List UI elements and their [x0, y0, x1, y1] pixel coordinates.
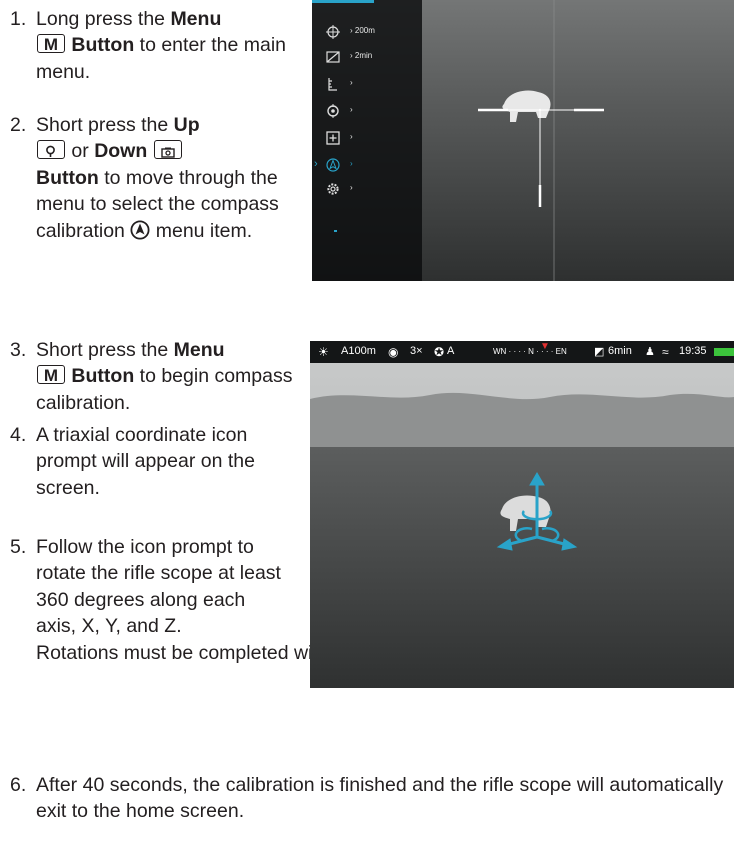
- zoom-key-icon: [37, 140, 65, 160]
- menu-item-add[interactable]: ›: [312, 127, 402, 151]
- range-value: A100m: [341, 345, 376, 357]
- standby-value: 2min: [354, 51, 373, 60]
- menu-screenshot: › 200m › 2min › › › › › ›: [312, 0, 734, 281]
- plus-box-icon: [326, 131, 340, 145]
- status-bar: ☀ A100m ◉ 3× ✪ A WN · · · · N · · · · EN…: [310, 341, 734, 363]
- down-label: Down: [94, 140, 148, 163]
- step-1: 1. Long press the Menu M Button to enter…: [10, 6, 295, 85]
- step-text: Follow the icon prompt to rotate the rif…: [36, 536, 281, 638]
- button-label: Button: [36, 166, 99, 189]
- wifi-icon: ≈: [662, 345, 669, 359]
- button-label: Button: [71, 34, 135, 57]
- standby-value: 6min: [608, 345, 632, 357]
- up-label: Up: [173, 114, 200, 136]
- crosshair-distance-icon: [326, 25, 340, 39]
- step-2: 2. Short press the Up or Down Button to …: [10, 112, 295, 244]
- menu-item-reticle[interactable]: ›: [312, 100, 402, 124]
- ruler-icon: [328, 78, 337, 91]
- battery-icon: [714, 348, 734, 356]
- calibration-screenshot: ☀ A100m ◉ 3× ✪ A WN · · · · N · · · · EN…: [310, 341, 734, 688]
- compass-marker-icon: ▼: [540, 341, 550, 352]
- menu-key-icon: M: [37, 34, 65, 54]
- clock-value: 19:35: [679, 345, 707, 357]
- compass-icon: [326, 158, 340, 172]
- mode-icon: ✪: [434, 345, 445, 359]
- step-text: or: [71, 140, 89, 163]
- step-number: 4.: [10, 424, 27, 446]
- step-text: Short press the: [36, 339, 169, 361]
- eye-icon: ◉: [388, 345, 399, 359]
- selection-marker: ›: [314, 158, 318, 170]
- menu-item-ruler[interactable]: ›: [312, 73, 402, 97]
- step-number: 6.: [10, 774, 27, 796]
- standby-icon: [326, 51, 340, 63]
- standby-icon: ◩: [594, 346, 605, 358]
- step-text: After 40 seconds, the calibration is fin…: [36, 774, 724, 823]
- sun-icon: ☀: [318, 345, 329, 359]
- menu-item-compass[interactable]: › ›: [312, 154, 402, 178]
- thermal-scene: [310, 341, 734, 688]
- camera-key-icon: [153, 140, 182, 160]
- step-text: Long press the: [36, 8, 166, 30]
- menu-item-distance[interactable]: › 200m: [312, 21, 402, 45]
- step-text: menu item.: [155, 219, 253, 242]
- compass-strip: WN · · · · N · · · · EN: [493, 347, 567, 356]
- step-6: 6. After 40 seconds, the calibration is …: [10, 772, 730, 825]
- settings-icon: [327, 183, 339, 195]
- person-icon: ♟: [645, 346, 655, 358]
- reticle-icon: [327, 104, 339, 118]
- step-number: 2.: [10, 114, 27, 136]
- step-number: 3.: [10, 339, 27, 361]
- compass-calibration-icon: [130, 220, 150, 240]
- mode-value: A: [447, 345, 455, 357]
- zoom-value: 3×: [410, 345, 423, 357]
- menu-label: Menu: [173, 339, 225, 361]
- menu-key-icon: M: [37, 365, 65, 385]
- menu-label: Menu: [170, 8, 222, 30]
- menu-item-standby[interactable]: › 2min: [312, 46, 402, 70]
- step-text: Short press the: [36, 114, 169, 136]
- step-number: 1.: [10, 8, 27, 30]
- step-3: 3. Short press the Menu M Button to begi…: [10, 337, 295, 416]
- button-label: Button: [71, 365, 135, 388]
- menu-item-settings[interactable]: ›: [312, 178, 402, 202]
- step-text: A triaxial coordinate icon prompt will a…: [36, 424, 255, 499]
- step-4: 4. A triaxial coordinate icon prompt wil…: [10, 422, 270, 501]
- distance-value: 200m: [354, 26, 375, 35]
- step-number: 5.: [10, 536, 27, 558]
